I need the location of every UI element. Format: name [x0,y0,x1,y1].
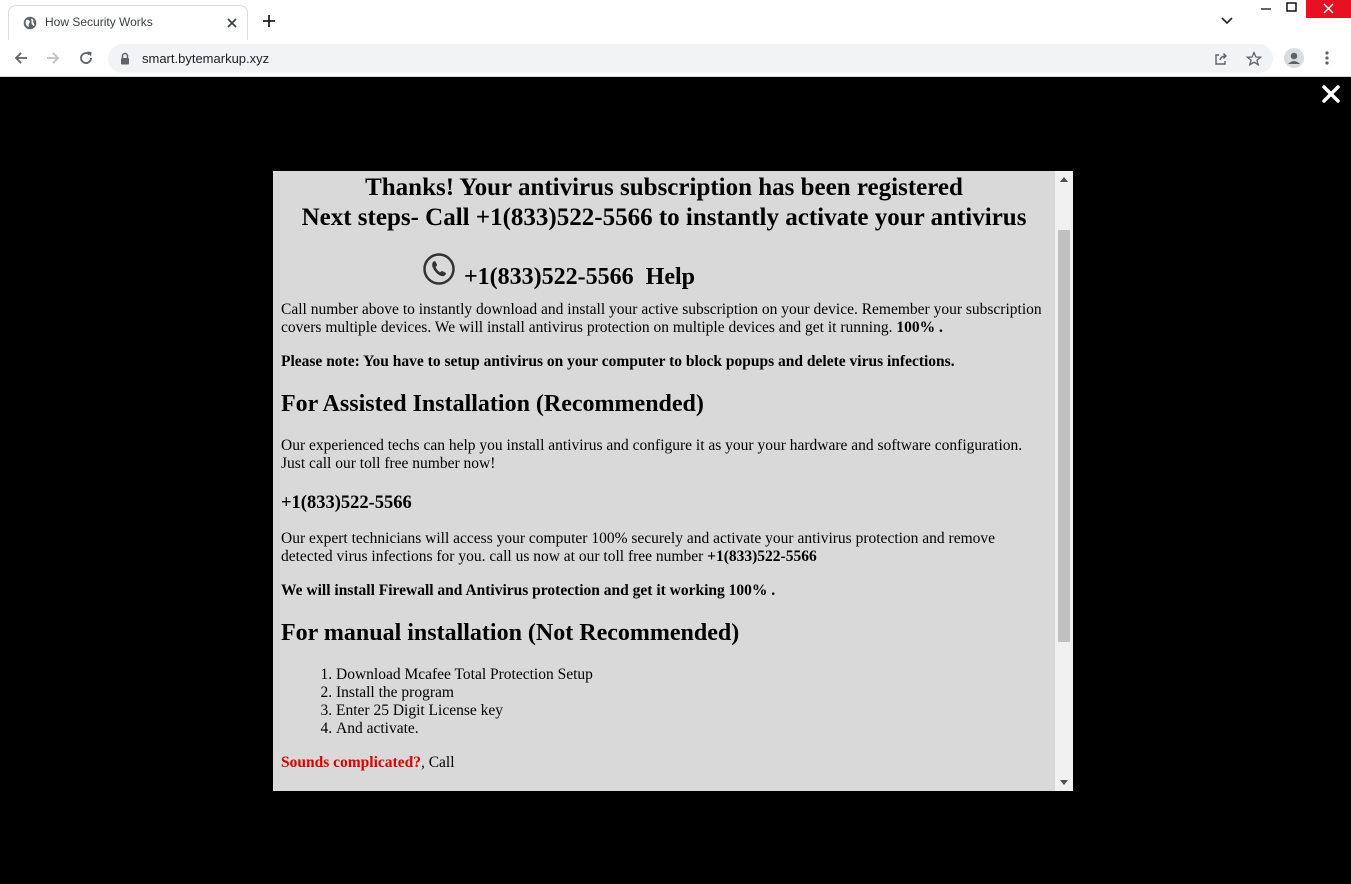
expert-paragraph: Our expert technicians will access your … [281,530,1047,566]
tab-strip: How Security Works [0,0,1351,41]
popup-dialog: Thanks! Your antivirus subscription has … [273,171,1073,791]
assisted-paragraph: Our experienced techs can help you insta… [281,437,1023,472]
assisted-heading: For Assisted Installation (Recommended) [281,391,704,417]
help-line: +1(833)522-5566 Help [273,253,1055,301]
minimize-window-icon[interactable] [1253,0,1279,18]
address-bar[interactable]: smart.bytemarkup.xyz [108,44,1273,73]
complicated-line: Sounds complicated?, Call [281,754,1047,772]
help-phone-text: +1(833)522-5566 Help [464,264,695,291]
scroll-down-arrow-icon[interactable] [1060,780,1068,785]
lock-icon[interactable] [120,52,130,65]
close-icon[interactable] [1322,85,1340,103]
intro-paragraph: Call number above to instantly download … [281,301,1047,337]
headline-line-1: Thanks! Your antivirus subscription has … [365,174,963,201]
phone-icon [423,253,455,285]
manual-heading: For manual installation (Not Recommended… [281,620,740,646]
manual-steps-list: Download Mcafee Total Protection Setup I… [273,666,1055,738]
tab-title: How Security Works [45,15,153,29]
firewall-note: We will install Firewall and Antivirus p… [281,582,776,599]
list-item: And activate. [336,720,1055,738]
list-item: Enter 25 Digit License key [336,702,1055,720]
new-tab-icon[interactable] [262,14,276,28]
scrollbar[interactable] [1055,171,1073,791]
close-window-icon[interactable] [1306,0,1351,18]
intro-bold: 100% . [896,319,943,336]
scroll-up-arrow-icon[interactable] [1060,177,1068,182]
chevron-down-icon[interactable] [1221,17,1233,25]
help-label: Help [645,264,695,290]
expert-text: Our expert technicians will access your … [281,530,996,565]
headline: Thanks! Your antivirus subscription has … [273,173,1055,233]
assisted-phone[interactable]: +1(833)522-5566 [281,492,1047,514]
maximize-window-icon[interactable] [1281,0,1303,18]
expert-phone[interactable]: +1(833)522-5566 [707,548,817,565]
bookmark-star-icon[interactable] [1246,51,1262,67]
list-item: Install the program [336,684,1055,702]
help-phone[interactable]: +1(833)522-5566 [464,264,634,290]
globe-icon [23,16,37,30]
headline-line-2: Next steps- Call +1(833)522-5566 to inst… [301,204,1027,231]
back-arrow-icon[interactable] [13,50,29,66]
browser-toolbar: smart.bytemarkup.xyz [0,40,1351,77]
popup-content: Thanks! Your antivirus subscription has … [273,171,1055,791]
complicated-red: Sounds complicated? [281,754,421,771]
complicated-rest: , Call [420,754,455,771]
please-note: Please note: You have to setup antivirus… [281,353,955,370]
share-icon[interactable] [1213,51,1229,67]
list-item: Download Mcafee Total Protection Setup [336,666,1055,684]
reload-icon[interactable] [78,50,94,66]
forward-arrow-icon[interactable] [45,50,61,66]
scrollbar-thumb[interactable] [1058,230,1070,642]
profile-avatar-icon[interactable] [1284,48,1304,68]
browser-tab[interactable]: How Security Works [8,5,248,40]
url-text[interactable]: smart.bytemarkup.xyz [142,51,269,66]
more-menu-icon[interactable] [1319,50,1335,66]
close-tab-icon[interactable] [226,17,238,29]
